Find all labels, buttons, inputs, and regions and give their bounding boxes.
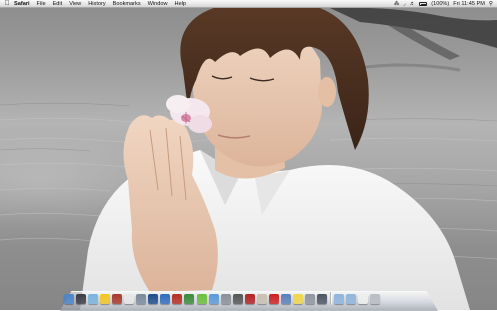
menu-view[interactable]: View [69, 1, 81, 7]
menu-bar:  Safari File Edit View History Bookmark… [0, 0, 497, 8]
menu-window[interactable]: Window [148, 1, 168, 7]
photo-booth-icon[interactable] [244, 294, 255, 304]
menu-help[interactable]: Help [175, 1, 187, 7]
battery-percent: (100%) [431, 1, 450, 7]
utility-icon[interactable] [304, 294, 315, 304]
finder-icon[interactable] [64, 294, 74, 304]
safari-icon[interactable] [88, 294, 99, 304]
wallpaper-portrait [80, 0, 470, 310]
wifi-icon[interactable]: ◞ [403, 0, 405, 8]
menu-clock[interactable]: Fri 11:45 PM [453, 0, 485, 8]
iphoto-icon[interactable] [256, 294, 267, 304]
gear-icon[interactable] [220, 294, 231, 304]
folder-icon[interactable] [346, 294, 357, 304]
menu-edit[interactable]: Edit [53, 1, 63, 7]
itunes-icon[interactable] [208, 294, 219, 304]
folder-icon[interactable] [334, 294, 345, 304]
dashboard-icon[interactable] [76, 294, 87, 304]
spotlight-icon[interactable]: ⚲ [489, 0, 493, 8]
dreamweaver-icon[interactable] [184, 294, 195, 304]
address-book-icon[interactable] [112, 294, 123, 304]
hands [123, 115, 218, 292]
menu-extras: ⁂ ◞ ♬ (100%) Fri 11:45 PM ⚲ [394, 0, 493, 8]
flash-icon[interactable] [172, 294, 183, 304]
app-store-icon[interactable] [280, 294, 291, 304]
utorrent-icon[interactable] [196, 294, 207, 304]
ical-icon[interactable] [124, 294, 135, 304]
menu-bookmarks[interactable]: Bookmarks [113, 1, 141, 7]
star-icon[interactable] [232, 294, 243, 304]
battery-icon[interactable] [419, 2, 428, 6]
word-icon[interactable] [160, 294, 171, 304]
dock [64, 290, 436, 304]
menu-history[interactable]: History [88, 1, 105, 7]
volume-icon[interactable]: ♬ [410, 0, 416, 8]
stickies-icon[interactable] [292, 294, 303, 304]
document-icon[interactable] [358, 294, 369, 304]
menu-app-safari[interactable]: Safari [14, 1, 30, 7]
bluetooth-icon[interactable]: ⁂ [394, 0, 400, 8]
menu-file[interactable]: File [37, 1, 46, 7]
ichat-icon[interactable] [100, 294, 111, 304]
dock-separator [330, 292, 333, 304]
photoshop-icon[interactable] [148, 294, 159, 304]
time-machine-icon[interactable] [316, 294, 327, 304]
apple-icon[interactable]:  [0, 0, 14, 8]
trash-icon[interactable] [370, 294, 381, 304]
red-app-icon[interactable] [268, 294, 279, 304]
preview-icon[interactable] [136, 294, 147, 304]
